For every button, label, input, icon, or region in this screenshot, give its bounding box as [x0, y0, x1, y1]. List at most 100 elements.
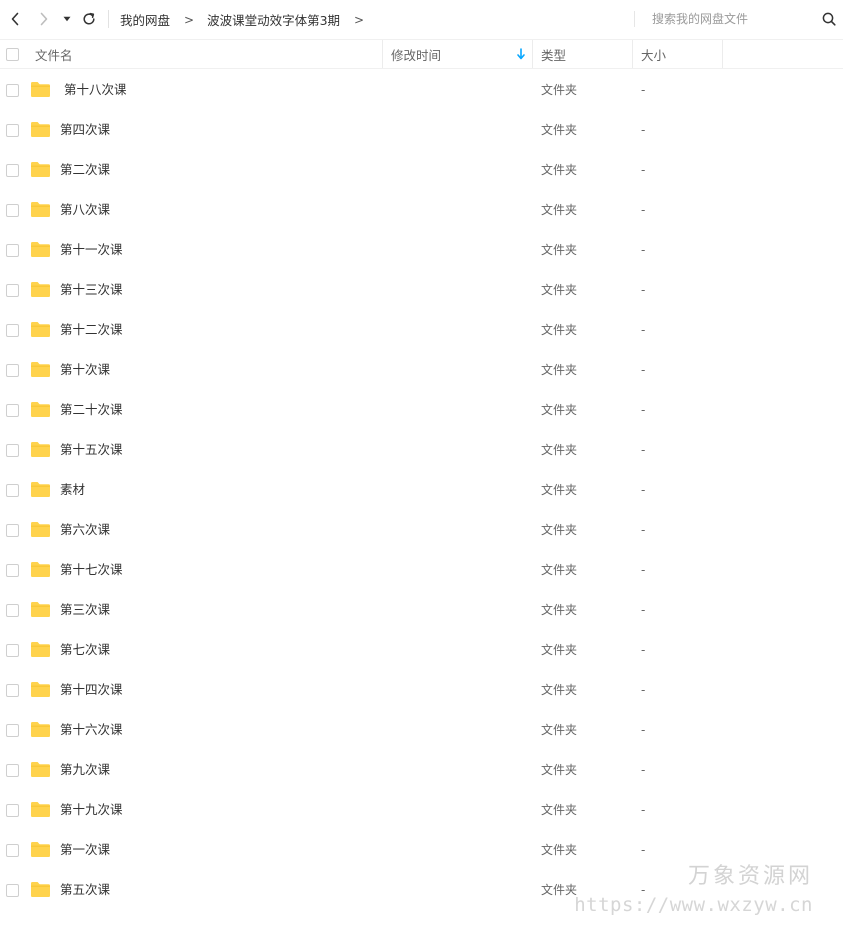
file-name[interactable]: 第十四次课	[60, 670, 123, 710]
file-name[interactable]: 第十一次课	[60, 230, 123, 270]
file-row[interactable]: 第一次课 文件夹 -	[0, 830, 843, 870]
file-row[interactable]: 第十九次课 文件夹 -	[0, 790, 843, 830]
row-checkbox[interactable]	[6, 524, 19, 537]
file-name[interactable]: 第十三次课	[60, 270, 123, 310]
row-checkbox[interactable]	[6, 124, 19, 137]
history-dropdown-button[interactable]	[60, 9, 74, 29]
row-checkbox[interactable]	[6, 484, 19, 497]
file-size: -	[641, 483, 646, 497]
file-size: -	[641, 203, 646, 217]
row-checkbox[interactable]	[6, 204, 19, 217]
file-size: -	[641, 883, 646, 897]
row-checkbox[interactable]	[6, 604, 19, 617]
file-size: -	[641, 843, 646, 857]
folder-icon	[31, 602, 50, 617]
file-row[interactable]: 第十三次课 文件夹 -	[0, 270, 843, 310]
select-all-checkbox[interactable]	[6, 48, 19, 61]
file-name[interactable]: 第九次课	[60, 750, 110, 790]
file-row[interactable]: 第三次课 文件夹 -	[0, 590, 843, 630]
row-checkbox[interactable]	[6, 444, 19, 457]
file-name[interactable]: 第五次课	[60, 870, 110, 910]
file-row[interactable]: 第十二次课 文件夹 -	[0, 310, 843, 350]
file-row[interactable]: 第六次课 文件夹 -	[0, 510, 843, 550]
file-name[interactable]: 第二次课	[60, 150, 110, 190]
search-input[interactable]	[648, 9, 816, 29]
column-header-name[interactable]: 文件名	[27, 40, 383, 68]
file-name[interactable]: 第六次课	[60, 510, 110, 550]
column-header-size[interactable]: 大小	[633, 40, 723, 68]
file-row[interactable]: 第十七次课 文件夹 -	[0, 550, 843, 590]
file-size: -	[641, 363, 646, 377]
row-checkbox[interactable]	[6, 684, 19, 697]
search-button[interactable]	[820, 10, 838, 28]
row-checkbox[interactable]	[6, 84, 19, 97]
file-row[interactable]: 第十次课 文件夹 -	[0, 350, 843, 390]
file-name[interactable]: 第十次课	[60, 350, 110, 390]
row-checkbox[interactable]	[6, 244, 19, 257]
folder-icon	[31, 282, 50, 297]
folder-icon	[31, 642, 50, 657]
row-checkbox[interactable]	[6, 884, 19, 897]
column-header-name-label: 文件名	[35, 47, 73, 63]
file-name[interactable]: 第三次课	[60, 590, 110, 630]
file-size: -	[641, 523, 646, 537]
file-row[interactable]: 第二次课 文件夹 -	[0, 150, 843, 190]
file-row[interactable]: 第十六次课 文件夹 -	[0, 710, 843, 750]
file-type: 文件夹	[541, 163, 578, 177]
file-name[interactable]: 第十二次课	[60, 310, 123, 350]
file-name[interactable]: 第四次课	[60, 110, 110, 150]
row-checkbox[interactable]	[6, 404, 19, 417]
file-row[interactable]: 第八次课 文件夹 -	[0, 190, 843, 230]
file-size: -	[641, 443, 646, 457]
forward-button[interactable]	[34, 9, 54, 29]
column-header-modified[interactable]: 修改时间	[383, 40, 533, 68]
folder-icon	[31, 82, 50, 97]
row-checkbox[interactable]	[6, 844, 19, 857]
file-name[interactable]: 第二十次课	[60, 390, 123, 430]
row-checkbox[interactable]	[6, 164, 19, 177]
folder-icon	[31, 882, 50, 897]
row-checkbox[interactable]	[6, 564, 19, 577]
row-checkbox[interactable]	[6, 364, 19, 377]
column-header-type[interactable]: 类型	[533, 40, 633, 68]
row-checkbox[interactable]	[6, 724, 19, 737]
file-name[interactable]: 第七次课	[60, 630, 110, 670]
file-type: 文件夹	[541, 483, 578, 497]
file-row[interactable]: 第五次课 文件夹 -	[0, 870, 843, 910]
file-row[interactable]: 第十五次课 文件夹 -	[0, 430, 843, 470]
row-checkbox[interactable]	[6, 644, 19, 657]
file-type: 文件夹	[541, 363, 578, 377]
breadcrumb-item-root[interactable]: 我的网盘	[120, 10, 170, 29]
file-row[interactable]: 第四次课 文件夹 -	[0, 110, 843, 150]
back-button[interactable]	[5, 9, 25, 29]
file-name[interactable]: 第十五次课	[60, 430, 123, 470]
file-row[interactable]: 第七次课 文件夹 -	[0, 630, 843, 670]
file-row[interactable]: 素材 文件夹 -	[0, 470, 843, 510]
sort-descending-icon	[517, 48, 525, 60]
row-checkbox[interactable]	[6, 804, 19, 817]
folder-icon	[31, 802, 50, 817]
file-size: -	[641, 243, 646, 257]
file-row[interactable]: 第二十次课 文件夹 -	[0, 390, 843, 430]
search-divider	[634, 11, 635, 27]
row-checkbox[interactable]	[6, 324, 19, 337]
file-type: 文件夹	[541, 643, 578, 657]
file-row[interactable]: 第十一次课 文件夹 -	[0, 230, 843, 270]
file-name[interactable]: 第八次课	[60, 190, 110, 230]
folder-icon	[31, 322, 50, 337]
folder-icon	[31, 402, 50, 417]
refresh-button[interactable]	[79, 9, 99, 29]
breadcrumb-item-current[interactable]: 波波课堂动效字体第3期	[207, 10, 340, 29]
file-name[interactable]: 第十八次课	[60, 70, 127, 110]
row-checkbox[interactable]	[6, 284, 19, 297]
file-name[interactable]: 素材	[60, 470, 85, 510]
file-name[interactable]: 第一次课	[60, 830, 110, 870]
breadcrumb: 我的网盘 > 波波课堂动效字体第3期 >	[120, 0, 377, 39]
file-name[interactable]: 第十九次课	[60, 790, 123, 830]
row-checkbox[interactable]	[6, 764, 19, 777]
file-name[interactable]: 第十六次课	[60, 710, 123, 750]
file-row[interactable]: 第十四次课 文件夹 -	[0, 670, 843, 710]
file-row[interactable]: 第九次课 文件夹 -	[0, 750, 843, 790]
file-row[interactable]: 第十八次课 文件夹 -	[0, 70, 843, 110]
file-name[interactable]: 第十七次课	[60, 550, 123, 590]
